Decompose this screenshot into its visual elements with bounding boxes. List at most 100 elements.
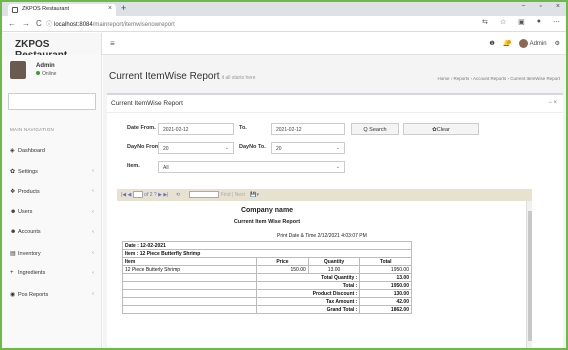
star-icon[interactable]: ☆ <box>500 18 506 26</box>
close-tab-icon[interactable]: × <box>108 5 112 12</box>
export-icon[interactable]: 💾▾ <box>250 192 259 198</box>
chevron-left-icon: ‹ <box>92 290 94 297</box>
total-value: 1950.00 <box>359 281 412 290</box>
chevron-left-icon: ‹ <box>92 208 94 215</box>
inventory-icon: ▤ <box>10 250 16 257</box>
tab-bar: ZKPOS Restaurant × + − ▫ × <box>2 2 566 16</box>
address-bar: ←→C ⓘ localhost:8084/mainreport/itemwisen… <box>2 16 566 32</box>
sidebar-item-label: Users <box>18 208 33 215</box>
col-price: Price <box>256 257 309 266</box>
collections-icon[interactable]: ▣ <box>518 18 525 26</box>
sidebar-item-label: Dashboard <box>18 148 45 154</box>
refresh-icon[interactable]: ⟲ <box>176 192 180 198</box>
menu-icon[interactable]: ⋯ <box>553 18 560 26</box>
sidebar-item-inventory[interactable]: ▤ Inventory ‹ <box>10 250 98 260</box>
viewer-scrollbar[interactable] <box>526 201 532 348</box>
dayno-from-value: 20 <box>163 146 169 152</box>
tax-value: 42.00 <box>359 297 412 306</box>
hamburger-icon[interactable]: ≡ <box>110 39 115 48</box>
blank-cell <box>121 273 258 282</box>
page-number-input[interactable] <box>132 191 143 198</box>
card-tools[interactable]: − × <box>548 100 557 106</box>
chevron-down-icon: ⌄ <box>335 164 340 170</box>
tax-label: Tax Amount : <box>256 297 361 306</box>
sidebar-search-input[interactable] <box>8 93 96 110</box>
close-window-icon[interactable]: × <box>556 3 560 10</box>
next-last-page-buttons[interactable]: ▶ ▶| <box>158 192 168 198</box>
item-select[interactable]: All ⌄ <box>158 161 345 173</box>
total-qty-label: Total Quantity : <box>256 273 361 282</box>
dayno-from-select[interactable]: 20 ⌄ <box>158 142 234 154</box>
gear-icon: ✿ <box>10 168 16 175</box>
col-quantity: Quantity <box>307 257 361 266</box>
minimize-icon[interactable]: − <box>521 3 525 10</box>
date-from-input[interactable]: 2021-02-12 <box>158 123 234 135</box>
table-row: Total Quantity :13.00 <box>121 273 412 282</box>
settings-icon[interactable]: ⚙ <box>555 40 560 47</box>
page-subtitle: it all starts here <box>221 75 256 81</box>
scroll-thumb[interactable] <box>528 211 532 341</box>
table-row: Grand Total :1862.00 <box>121 305 412 314</box>
sidebar-item-settings[interactable]: ✿ Settings ‹ <box>10 168 98 178</box>
browser-tab[interactable]: ZKPOS Restaurant × <box>8 4 116 16</box>
sidebar-item-users[interactable]: ☻ Users ‹ <box>10 209 98 219</box>
nav-buttons[interactable]: ←→C <box>8 19 48 28</box>
search-button[interactable]: Q Search <box>351 123 399 135</box>
sidebar-item-pos-reports[interactable]: ◉ Pos Reports ‹ <box>10 291 98 301</box>
maximize-icon[interactable]: ▫ <box>539 3 541 10</box>
sidebar-item-label: Accounts <box>18 229 41 235</box>
user-name: Admin <box>36 63 55 69</box>
date-to-value: 2021-02-12 <box>276 127 302 133</box>
url-host: localhost:8084 <box>54 22 93 28</box>
window-controls: − ▫ × <box>521 3 560 10</box>
cell-total: 1950.00 <box>359 265 412 274</box>
sidebar-item-ingredients[interactable]: + Ingredients ‹ <box>10 270 98 280</box>
chevron-down-icon: ⌄ <box>335 145 340 151</box>
table-row: Product Discount :130.00 <box>121 289 412 298</box>
first-prev-page-buttons[interactable]: |◀ ◀ <box>121 192 131 198</box>
online-dot-icon <box>36 71 40 75</box>
content-area: Current ItemWise Report it all starts her… <box>103 55 566 348</box>
clear-button[interactable]: ✿Clear <box>403 123 479 135</box>
sidebar-item-dashboard[interactable]: ◈ Dashboard <box>10 147 98 157</box>
reports-icon: ◉ <box>10 291 16 298</box>
profile-icon[interactable]: ● <box>537 18 541 26</box>
blank-cell <box>121 289 258 298</box>
discount-label: Product Discount : <box>256 289 361 298</box>
dayno-from-label: DayNo From. <box>127 144 162 150</box>
blank-cell <box>121 297 258 306</box>
alert-icon[interactable]: ❶ <box>489 40 494 47</box>
sidebar-item-accounts[interactable]: ☻ Accounts ‹ <box>10 229 98 239</box>
sidebar: Admin Online MAIN NAVIGATION ◈ Dashboard ✿… <box>2 55 102 348</box>
products-icon: ❖ <box>10 189 16 195</box>
viewer-toolbar: |◀ ◀ of 2 ? ▶ ▶| ⟲ Find | Next 💾▾ <box>117 189 532 201</box>
user-menu[interactable]: Admin <box>519 39 547 48</box>
find-input[interactable] <box>189 191 220 198</box>
translate-icon[interactable]: ⇆ <box>482 18 488 26</box>
sidebar-item-label: Products <box>18 189 40 195</box>
item-value: All <box>163 165 169 171</box>
header-user-name: Admin <box>529 41 547 48</box>
sidebar-item-label: Inventory <box>18 250 41 257</box>
url-field[interactable]: ⓘ localhost:8084/mainreport/itemwisenowre… <box>46 19 175 28</box>
table-row: Date : 12-02-2021 <box>122 241 412 250</box>
new-tab-button[interactable]: + <box>121 3 126 13</box>
app-header: ZKPOS Restaurant ≡ ❶ 🔔 Admin ⚙ <box>2 33 566 61</box>
dayno-to-select[interactable]: 20 ⌄ <box>271 142 345 154</box>
plus-icon: + <box>10 270 14 276</box>
notification-icon[interactable]: 🔔 <box>503 40 512 47</box>
company-name: Company name <box>240 207 294 214</box>
report-viewer: |◀ ◀ of 2 ? ▶ ▶| ⟲ Find | Next 💾▾ Compan… <box>117 189 532 348</box>
sidebar-item-products[interactable]: ❖ Products ‹ <box>10 188 98 198</box>
date-to-input[interactable]: 2021-02-12 <box>271 123 345 135</box>
total-label: Total : <box>256 281 361 290</box>
table-row: Item : 12 Piece Butterfly Shrimp <box>122 249 412 258</box>
find-next-links[interactable]: Find | Next <box>221 192 245 198</box>
total-qty-value: 13.00 <box>359 273 412 282</box>
col-item: Item <box>121 257 258 266</box>
card-title: Current ItemWise Report <box>111 100 183 107</box>
breadcrumb[interactable]: Home › Reports › Account Reports › Curre… <box>437 76 560 81</box>
brand-logo[interactable]: ZKPOS Restaurant <box>2 33 102 61</box>
page-icon <box>12 7 18 13</box>
user-status-label: Online <box>42 71 57 77</box>
